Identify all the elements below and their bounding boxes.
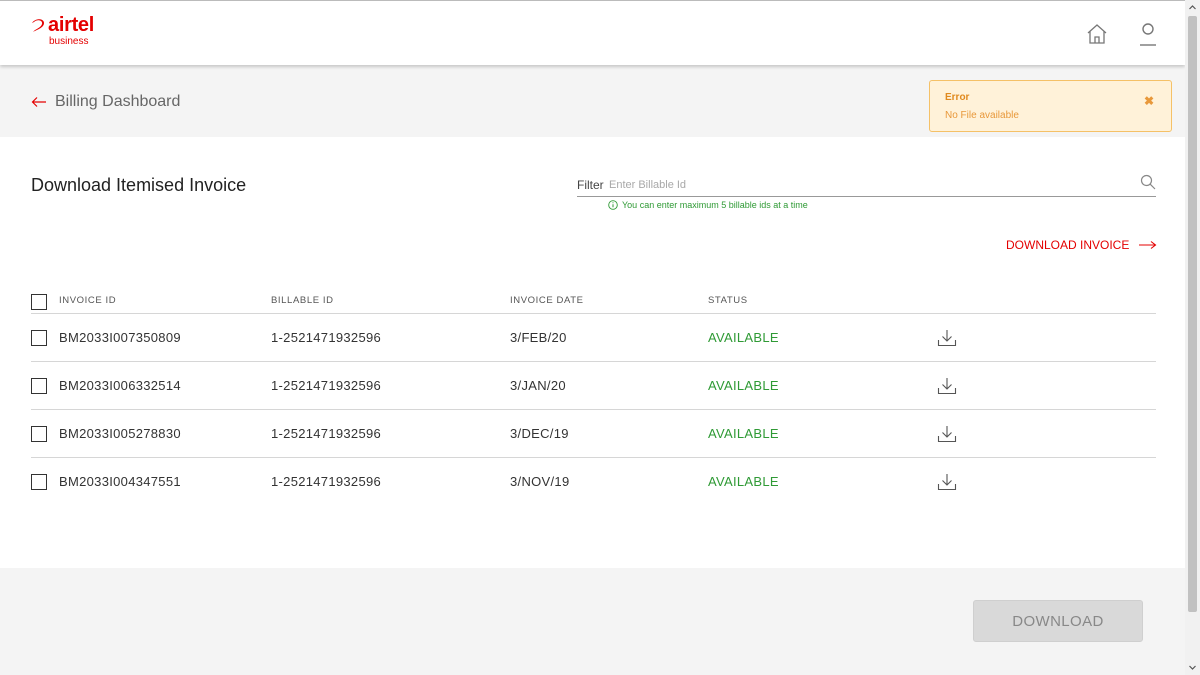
user-icon[interactable] [1135, 21, 1161, 47]
table-row: BM2033I005278830 1-2521471932596 3/DEC/1… [0, 410, 1185, 458]
close-icon[interactable]: ✖ [1144, 94, 1154, 108]
row-checkbox[interactable] [31, 330, 47, 346]
billable-id-cell: 1-2521471932596 [271, 474, 382, 489]
status-cell: AVAILABLE [708, 330, 779, 345]
invoice-date-cell: 3/NOV/19 [510, 474, 570, 489]
select-all-checkbox[interactable] [31, 294, 47, 310]
download-button[interactable]: DOWNLOAD [973, 600, 1143, 642]
info-icon [608, 200, 618, 210]
status-cell: AVAILABLE [708, 378, 779, 393]
top-header: airtel business [0, 1, 1185, 65]
invoice-id-cell: BM2033I004347551 [59, 474, 181, 489]
download-icon[interactable] [937, 329, 957, 347]
invoice-id-cell: BM2033I005278830 [59, 426, 181, 441]
airtel-logo[interactable]: airtel business [31, 14, 111, 50]
download-invoice-link[interactable]: DOWNLOAD INVOICE [1006, 238, 1157, 252]
billable-id-cell: 1-2521471932596 [271, 426, 382, 441]
scroll-down-icon[interactable] [1185, 660, 1200, 675]
filter-label: Filter [577, 178, 604, 192]
scrollbar-thumb[interactable] [1188, 16, 1197, 612]
arrow-left-icon [31, 97, 46, 107]
logo-sub-text: business [49, 36, 89, 47]
download-icon[interactable] [937, 473, 957, 491]
column-header-billable-id: BILLABLE ID [271, 295, 334, 306]
logo-main-text: airtel [48, 14, 95, 36]
download-invoice-label: DOWNLOAD INVOICE [1006, 238, 1130, 252]
page-title: Download Itemised Invoice [31, 175, 247, 195]
home-icon[interactable] [1084, 21, 1110, 47]
toast-title: Error [945, 92, 970, 103]
row-checkbox[interactable] [31, 474, 47, 490]
billable-id-cell: 1-2521471932596 [271, 330, 382, 345]
invoice-date-cell: 3/JAN/20 [510, 378, 566, 393]
back-label: Billing Dashboard [55, 93, 181, 110]
invoice-id-cell: BM2033I007350809 [59, 330, 181, 345]
back-to-billing-dashboard[interactable]: Billing Dashboard [31, 91, 180, 113]
arrow-right-icon [1139, 241, 1157, 249]
column-header-status: STATUS [708, 295, 748, 306]
table-row: BM2033I004347551 1-2521471932596 3/NOV/1… [0, 458, 1185, 506]
row-checkbox[interactable] [31, 378, 47, 394]
invoice-date-cell: 3/FEB/20 [510, 330, 567, 345]
download-icon[interactable] [937, 425, 957, 443]
toast-message: No File available [945, 110, 1019, 121]
filter-underline [577, 196, 1156, 197]
table-row: BM2033I006332514 1-2521471932596 3/JAN/2… [0, 362, 1185, 410]
search-icon[interactable] [1140, 174, 1156, 190]
status-cell: AVAILABLE [708, 426, 779, 441]
row-checkbox[interactable] [31, 426, 47, 442]
hint-text: You can enter maximum 5 billable ids at … [622, 200, 808, 210]
scroll-up-icon[interactable] [1185, 0, 1200, 15]
error-toast: Error No File available ✖ [929, 80, 1172, 132]
page: airtel business Billing Dashboard Error … [0, 0, 1185, 675]
invoice-id-cell: BM2033I006332514 [59, 378, 181, 393]
airtel-swoosh-icon [32, 19, 44, 32]
status-cell: AVAILABLE [708, 474, 779, 489]
footer-bar: DOWNLOAD [0, 568, 1185, 675]
column-header-invoice-id: INVOICE ID [59, 295, 117, 306]
table-row: BM2033I007350809 1-2521471932596 3/FEB/2… [0, 314, 1185, 362]
column-header-invoice-date: INVOICE DATE [510, 295, 584, 306]
billable-id-filter-input[interactable] [609, 173, 1139, 197]
billable-id-cell: 1-2521471932596 [271, 378, 382, 393]
download-icon[interactable] [937, 377, 957, 395]
invoice-date-cell: 3/DEC/19 [510, 426, 569, 441]
filter-hint: You can enter maximum 5 billable ids at … [608, 200, 808, 210]
vertical-scrollbar[interactable] [1185, 0, 1200, 675]
